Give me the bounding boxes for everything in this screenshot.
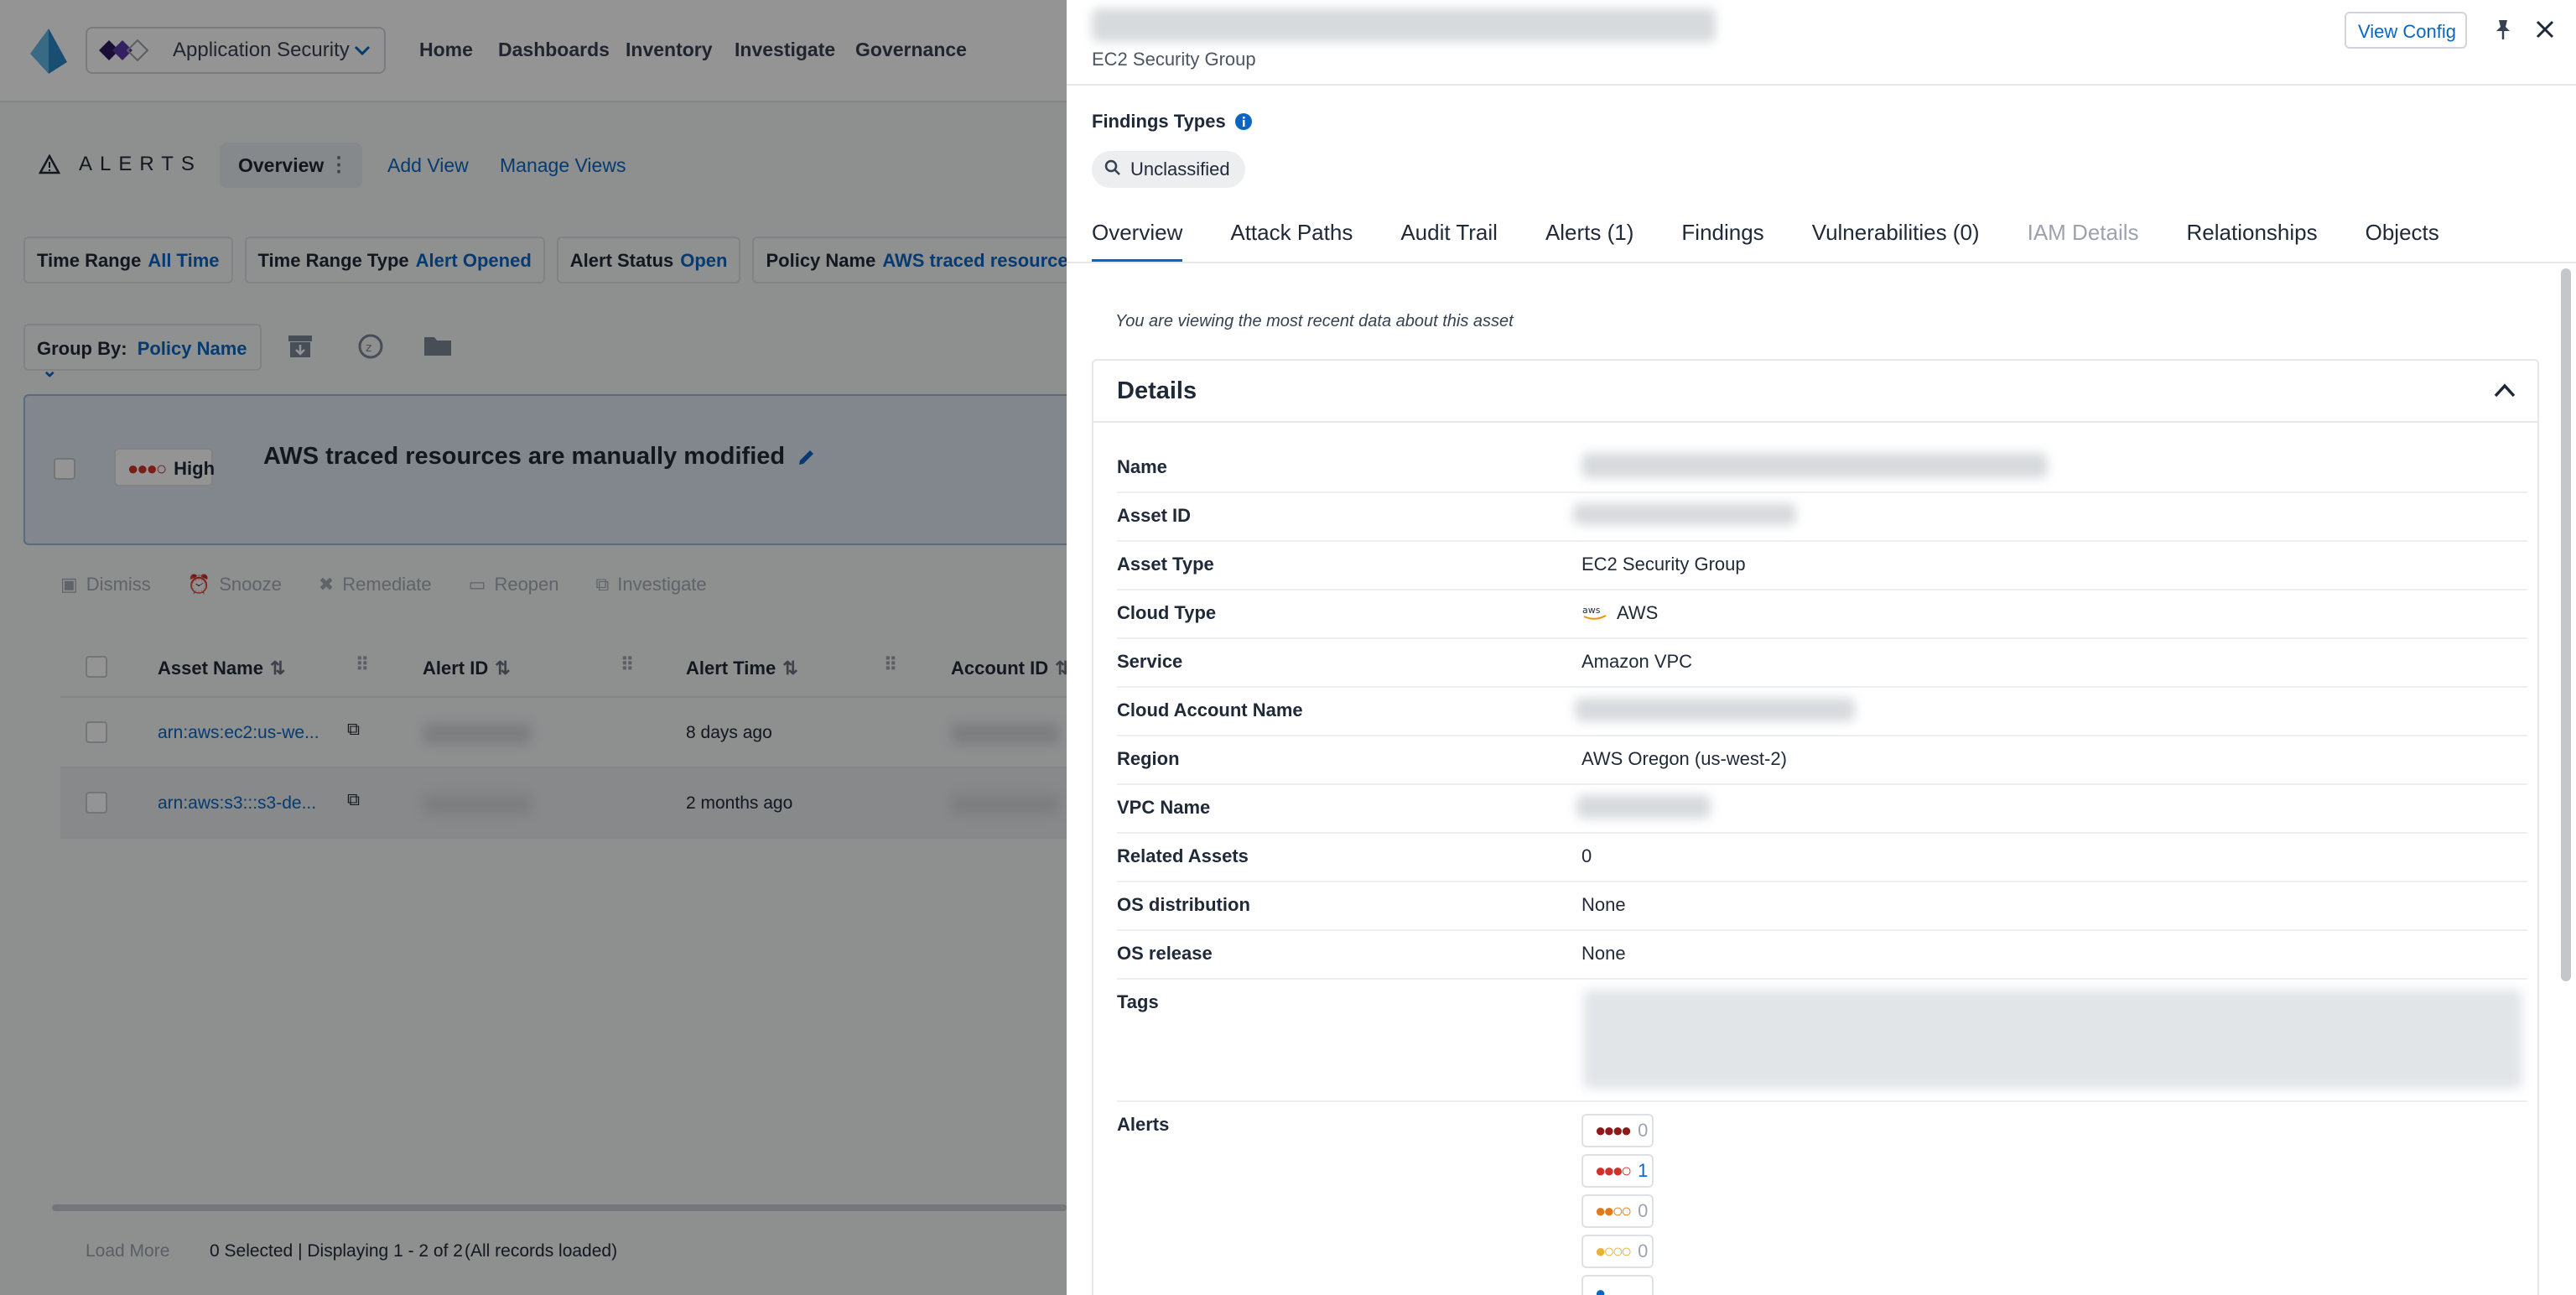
drawer-tabs: Overview Attack Paths Audit Trail Alerts (1… <box>1092 220 2487 263</box>
asset-type-subtitle: EC2 Security Group <box>1092 49 1256 70</box>
tab-findings[interactable]: Findings <box>1681 220 1763 263</box>
detail-label: VPC Name <box>1117 797 1211 818</box>
alert-count: 0 <box>1638 1120 1649 1141</box>
detail-value: 0 <box>1581 845 1592 866</box>
detail-label: Tags <box>1117 991 1159 1012</box>
details-title: Details <box>1117 377 1197 404</box>
vertical-scrollbar[interactable] <box>2561 268 2571 981</box>
alert-count: 0 <box>1638 1200 1649 1221</box>
detail-label: Name <box>1117 456 1167 477</box>
detail-row-cloud-account: Cloud Account Name <box>1117 688 2527 736</box>
detail-label: Alerts <box>1117 1114 1170 1135</box>
detail-row-name: Name <box>1117 445 2527 493</box>
tab-vulnerabilities-0[interactable]: Vulnerabilities (0) <box>1812 220 1980 263</box>
detail-label: Related Assets <box>1117 845 1249 866</box>
findings-types-label: Findings Types <box>1092 111 1253 133</box>
detail-row-cloud-type: Cloud Type aws AWS <box>1117 590 2527 639</box>
detail-value: AWS Oregon (us-west-2) <box>1581 748 1787 769</box>
findings-types-text: Findings Types <box>1092 111 1226 132</box>
modal-backdrop[interactable] <box>0 0 1067 1295</box>
alert-count-critical[interactable]: ●●●● 0 <box>1581 1114 1654 1147</box>
detail-value: EC2 Security Group <box>1581 554 1746 575</box>
chevron-up-icon[interactable] <box>2492 381 2517 401</box>
medium-severity-icon: ●●○○ <box>1595 1200 1632 1221</box>
detail-label: OS distribution <box>1117 894 1250 915</box>
high-severity-icon: ●●●○ <box>1595 1160 1632 1181</box>
tab-audit-trail[interactable]: Audit Trail <box>1400 220 1498 263</box>
detail-label: Asset ID <box>1117 505 1192 526</box>
redacted-value <box>1576 795 1711 819</box>
details-header[interactable]: Details <box>1093 361 2537 423</box>
detail-row-region: Region AWS Oregon (us-west-2) <box>1117 736 2527 785</box>
redacted-value <box>1575 698 1855 721</box>
cloud-type-text: AWS <box>1617 602 1659 623</box>
alert-count-high[interactable]: ●●●○ 1 <box>1581 1154 1654 1188</box>
alert-count-informational[interactable]: ● <box>1581 1275 1654 1295</box>
detail-row-asset-type: Asset Type EC2 Security Group <box>1117 542 2527 590</box>
detail-row-vpc: VPC Name <box>1117 785 2527 834</box>
detail-label: Cloud Type <box>1117 602 1217 623</box>
detail-row-alerts: Alerts ●●●● 0 ●●●○ 1 ●●○○ 0 ●○○○ 0 ● <box>1117 1102 2527 1295</box>
redacted-value <box>1581 453 2048 478</box>
detail-row-asset-id: Asset ID <box>1117 493 2527 542</box>
critical-severity-icon: ●●●● <box>1595 1120 1632 1141</box>
detail-value: None <box>1581 943 1626 964</box>
detail-label: Cloud Account Name <box>1117 700 1303 720</box>
tab-objects[interactable]: Objects <box>2366 220 2439 263</box>
tab-attack-paths[interactable]: Attack Paths <box>1230 220 1353 263</box>
findings-type-pill[interactable]: Unclassified <box>1092 151 1245 188</box>
findings-pill-label: Unclassified <box>1130 159 1230 179</box>
tab-alerts-1[interactable]: Alerts (1) <box>1545 220 1633 263</box>
low-severity-icon: ●○○○ <box>1595 1240 1632 1261</box>
redacted-value <box>1583 990 2522 1089</box>
asset-details-drawer: EC2 Security Group View Config Findings … <box>1067 0 2576 1295</box>
tab-iam-details: IAM Details <box>2027 220 2139 245</box>
detail-row-tags: Tags <box>1117 980 2527 1102</box>
alert-count: 1 <box>1638 1160 1649 1181</box>
svg-text:aws: aws <box>1582 605 1601 616</box>
close-icon[interactable] <box>2532 17 2558 42</box>
tabs-divider <box>1067 262 2576 263</box>
detail-label: Asset Type <box>1117 554 1214 575</box>
detail-row-service: Service Amazon VPC <box>1117 639 2527 688</box>
detail-row-related-assets: Related Assets 0 <box>1117 834 2527 882</box>
detail-value: None <box>1581 894 1626 915</box>
detail-row-os-release: OS release None <box>1117 931 2527 980</box>
view-config-button[interactable]: View Config <box>2345 12 2467 49</box>
alert-count: 0 <box>1638 1240 1649 1261</box>
search-icon <box>1104 159 1120 175</box>
alert-count-low[interactable]: ●○○○ 0 <box>1581 1235 1654 1268</box>
info-icon[interactable] <box>1234 112 1253 131</box>
tab-overview[interactable]: Overview <box>1092 220 1183 263</box>
header-divider <box>1067 84 2576 86</box>
details-panel: Details Name Asset ID Asset Type EC2 Sec… <box>1092 359 2539 1295</box>
redacted-asset-title <box>1092 8 1716 42</box>
aws-logo-icon: aws <box>1582 605 1607 620</box>
detail-label: Service <box>1117 651 1183 672</box>
pin-icon[interactable] <box>2490 17 2516 42</box>
redacted-value <box>1573 503 1796 525</box>
detail-value: Amazon VPC <box>1581 651 1693 672</box>
alert-count-medium[interactable]: ●●○○ 0 <box>1581 1194 1654 1228</box>
detail-row-os-distribution: OS distribution None <box>1117 882 2527 931</box>
detail-value: aws AWS <box>1581 602 1658 624</box>
info-severity-icon: ● <box>1595 1282 1607 1295</box>
detail-label: Region <box>1117 748 1180 769</box>
detail-label: OS release <box>1117 943 1213 964</box>
tab-relationships[interactable]: Relationships <box>2187 220 2318 263</box>
recent-data-note: You are viewing the most recent data abo… <box>1115 312 1514 330</box>
